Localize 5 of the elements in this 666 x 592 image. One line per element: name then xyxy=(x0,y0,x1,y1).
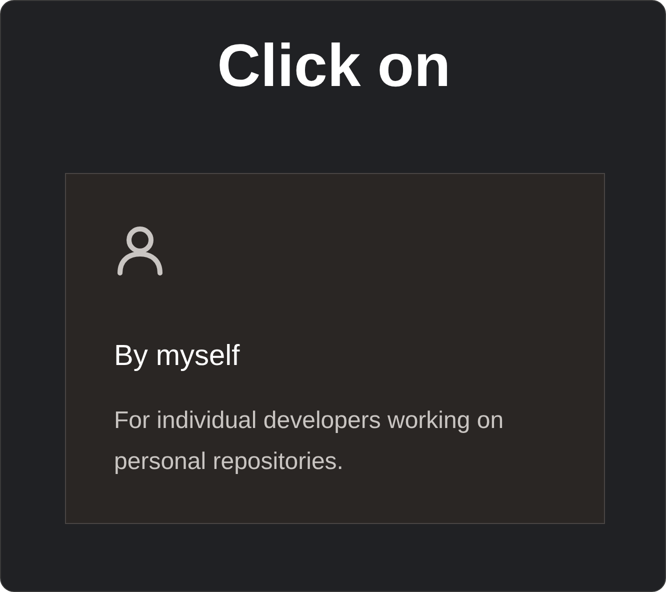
option-card[interactable]: By myself For individual developers working on personal repositories. xyxy=(65,173,605,524)
card-description: For individual developers working on personal repositories. xyxy=(114,406,505,477)
person-icon xyxy=(117,226,163,276)
title: Click on xyxy=(216,31,452,101)
card-heading: By myself xyxy=(114,339,241,374)
